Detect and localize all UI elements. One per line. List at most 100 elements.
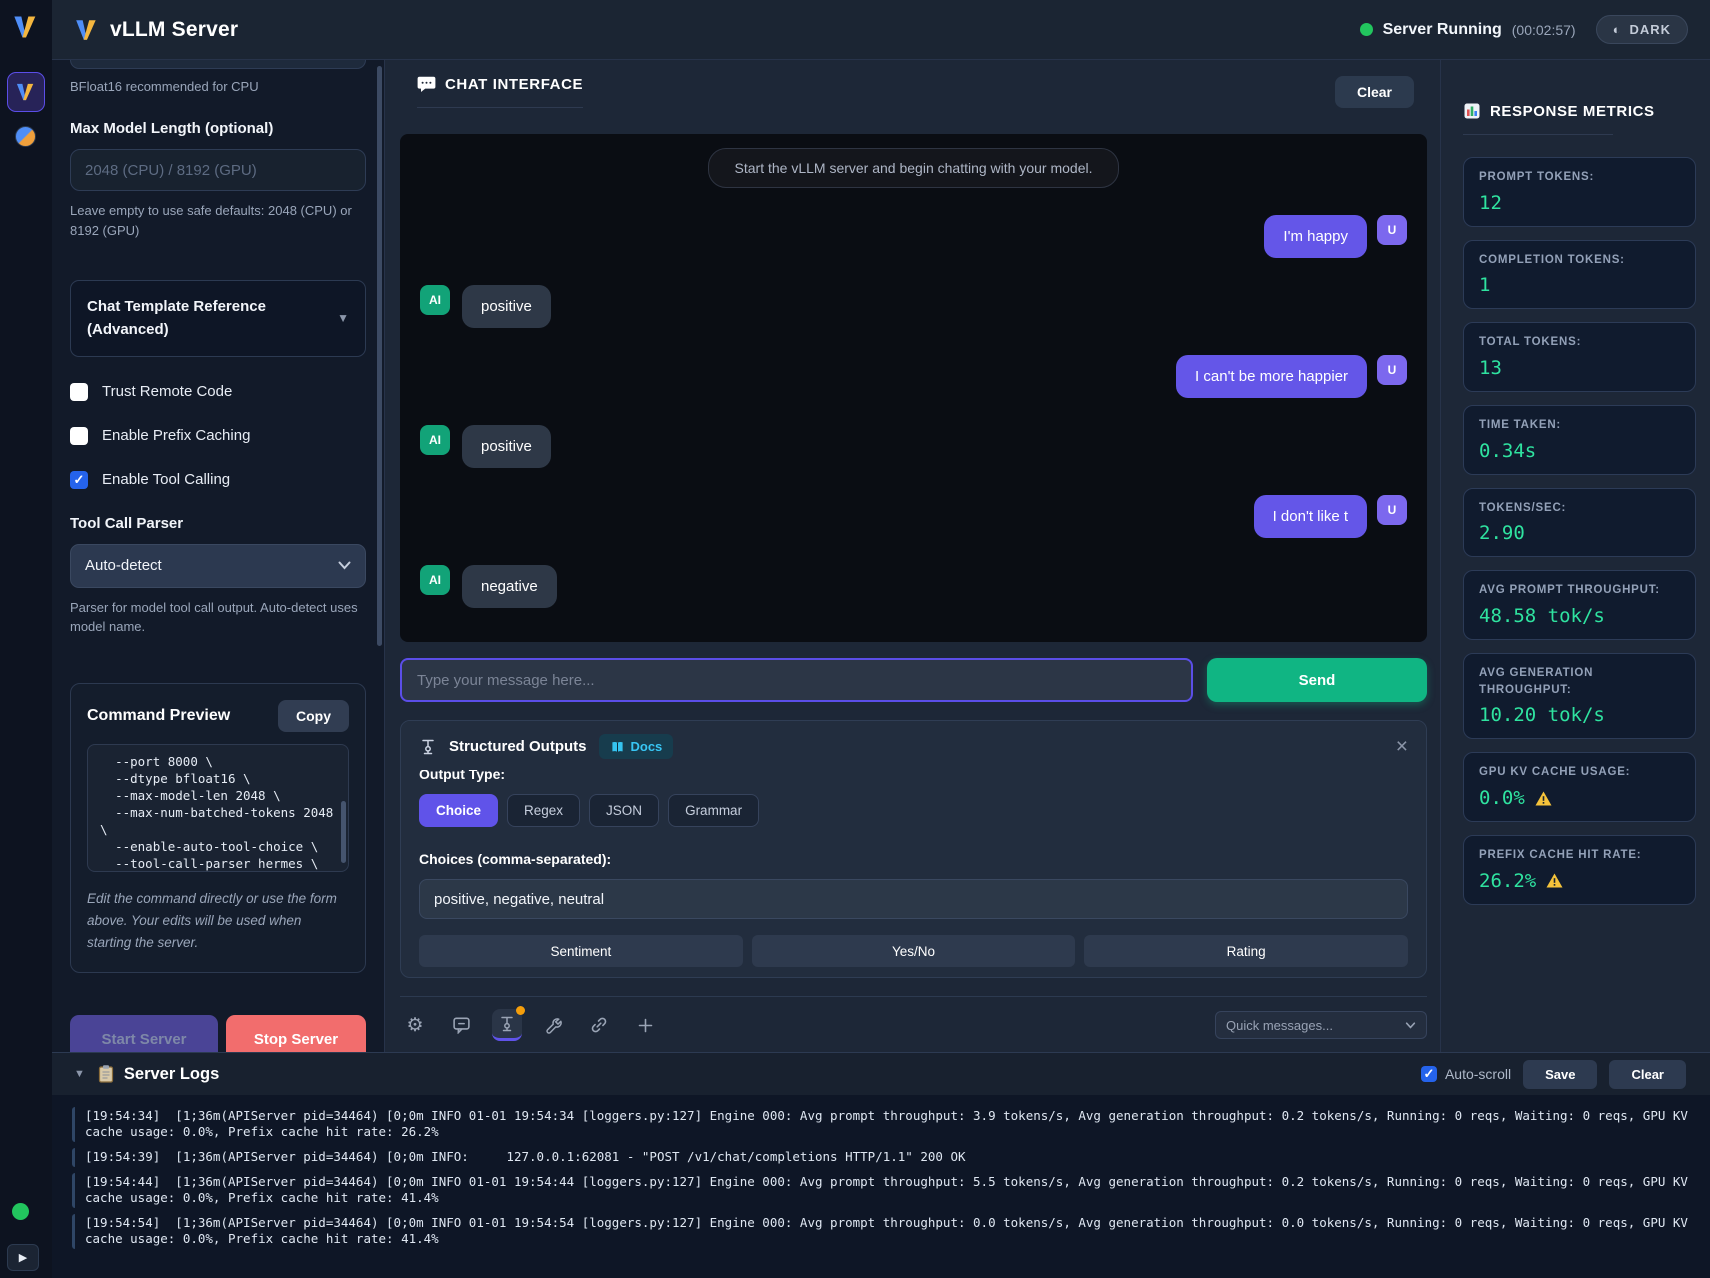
bar-chart-icon bbox=[1463, 102, 1481, 120]
page-title: vLLM Server bbox=[110, 18, 238, 42]
chat-template-reference-toggle[interactable]: Chat Template Reference (Advanced) ▼ bbox=[70, 280, 366, 357]
max-model-length-input[interactable] bbox=[70, 149, 366, 191]
clear-chat-button[interactable]: Clear bbox=[1335, 76, 1414, 108]
theme-toggle-button[interactable]: ◐ DARK bbox=[1596, 15, 1688, 44]
vllm-logo-icon bbox=[74, 18, 100, 42]
quick-messages-select[interactable]: Quick messages... bbox=[1215, 1011, 1427, 1039]
output-type-grammar[interactable]: Grammar bbox=[668, 794, 759, 827]
enable-tool-calling-checkbox[interactable]: ✓ Enable Tool Calling bbox=[70, 471, 366, 489]
chat-toolbar: ⚙ bbox=[400, 996, 1427, 1041]
metric-completion-tokens: COMPLETION TOKENS: 1 bbox=[1463, 240, 1696, 310]
warning-icon bbox=[1534, 790, 1553, 807]
sidebar-item-secondary-app[interactable] bbox=[15, 126, 36, 147]
preset-rating-button[interactable]: Rating bbox=[1084, 935, 1408, 967]
metric-prompt-tokens: PROMPT TOKENS: 12 bbox=[1463, 157, 1696, 227]
app-title-group: vLLM Server bbox=[74, 18, 238, 42]
close-icon[interactable]: × bbox=[1396, 736, 1408, 757]
log-entry: [19:54:54] [1;36m(APIServer pid=34464) [… bbox=[72, 1214, 1694, 1249]
structured-outputs-card: Structured Outputs Docs × Output Type: C… bbox=[400, 720, 1427, 978]
docs-link[interactable]: Docs bbox=[599, 734, 674, 759]
tool-call-parser-label: Tool Call Parser bbox=[70, 515, 366, 532]
vllm-logo-icon bbox=[12, 14, 40, 40]
status-indicator-dot bbox=[12, 1203, 29, 1220]
save-logs-button[interactable]: Save bbox=[1523, 1060, 1597, 1089]
vllm-app-icon bbox=[15, 82, 37, 102]
server-logs-title: Server Logs bbox=[124, 1065, 219, 1084]
structured-outputs-toggle-icon[interactable] bbox=[492, 1009, 522, 1041]
metric-avg-generation-throughput: AVG GENERATION THROUGHPUT: 10.20 tok/s bbox=[1463, 653, 1696, 739]
expand-panel-button[interactable]: ▶ bbox=[7, 1244, 39, 1271]
clear-logs-button[interactable]: Clear bbox=[1609, 1060, 1686, 1089]
chat-panel: CHAT INTERFACE Clear Start the vLLM serv… bbox=[385, 60, 1440, 1052]
enable-prefix-caching-checkbox[interactable]: Enable Prefix Caching bbox=[70, 427, 366, 445]
tools-wrench-icon[interactable] bbox=[538, 1009, 568, 1041]
tool-call-parser-select[interactable]: Auto-detect bbox=[70, 544, 366, 588]
chat-message-input[interactable] bbox=[400, 658, 1193, 702]
chevron-down-icon bbox=[1405, 1022, 1416, 1029]
config-panel: BFloat16 recommended for CPU Max Model L… bbox=[52, 60, 385, 1052]
trust-remote-code-checkbox[interactable]: Trust Remote Code bbox=[70, 383, 366, 401]
metric-total-tokens: TOTAL TOKENS: 13 bbox=[1463, 322, 1696, 392]
ai-avatar: AI bbox=[420, 565, 450, 595]
add-plus-icon[interactable] bbox=[630, 1009, 660, 1041]
command-preview-title: Command Preview bbox=[87, 707, 230, 725]
chat-title-group: CHAT INTERFACE bbox=[417, 76, 583, 108]
notification-dot bbox=[516, 1006, 525, 1015]
chat-message-ai: AI negative bbox=[420, 565, 1407, 608]
command-preview-card: Command Preview Copy --port 8000 \ --dty… bbox=[70, 683, 366, 974]
chat-bubble-icon bbox=[417, 76, 436, 93]
output-type-choice[interactable]: Choice bbox=[419, 794, 498, 827]
log-entry: [19:54:34] [1;36m(APIServer pid=34464) [… bbox=[72, 1107, 1694, 1142]
book-icon bbox=[610, 740, 625, 754]
metric-time-taken: TIME TAKEN: 0.34s bbox=[1463, 405, 1696, 475]
message-bubble: positive bbox=[462, 285, 551, 328]
dtype-select-cutoff[interactable] bbox=[70, 60, 366, 69]
settings-gear-icon[interactable]: ⚙ bbox=[400, 1009, 430, 1041]
server-uptime: (00:02:57) bbox=[1512, 22, 1576, 38]
user-avatar: U bbox=[1377, 495, 1407, 525]
chat-message-list[interactable]: Start the vLLM server and begin chatting… bbox=[400, 134, 1427, 642]
preset-yesno-button[interactable]: Yes/No bbox=[752, 935, 1076, 967]
code-scrollbar[interactable] bbox=[341, 801, 346, 863]
structured-outputs-title: Structured Outputs bbox=[449, 738, 587, 755]
sidebar-item-vllm-app[interactable] bbox=[7, 72, 45, 112]
message-bubble: I'm happy bbox=[1264, 215, 1367, 258]
collapse-caret-icon[interactable]: ▼ bbox=[74, 1068, 85, 1080]
checkbox-unchecked-icon bbox=[70, 427, 88, 445]
message-bubble: positive bbox=[462, 425, 551, 468]
metric-tokens-per-sec: TOKENS/SEC: 2.90 bbox=[1463, 488, 1696, 558]
message-bubble: I can't be more happier bbox=[1176, 355, 1367, 398]
chat-message-user: I'm happy U bbox=[420, 215, 1407, 258]
stop-server-button[interactable]: Stop Server bbox=[226, 1015, 366, 1052]
dtype-note: BFloat16 recommended for CPU bbox=[70, 79, 366, 94]
chat-message-user: I can't be more happier U bbox=[420, 355, 1407, 398]
chevron-down-icon bbox=[338, 561, 351, 570]
checkbox-checked-icon: ✓ bbox=[70, 471, 88, 489]
chevron-down-icon: ▼ bbox=[337, 311, 349, 325]
preset-sentiment-button[interactable]: Sentiment bbox=[419, 935, 743, 967]
tool-call-parser-helper: Parser for model tool call output. Auto-… bbox=[70, 598, 366, 637]
log-entry: [19:54:44] [1;36m(APIServer pid=34464) [… bbox=[72, 1173, 1694, 1208]
start-server-button[interactable]: Start Server bbox=[70, 1015, 218, 1052]
autoscroll-checkbox[interactable]: ✓ Auto-scroll bbox=[1421, 1066, 1511, 1082]
choices-input[interactable] bbox=[419, 879, 1408, 919]
server-status-dot bbox=[1360, 23, 1373, 36]
ai-avatar: AI bbox=[420, 285, 450, 315]
log-list[interactable]: [19:54:34] [1;36m(APIServer pid=34464) [… bbox=[52, 1095, 1710, 1249]
output-type-regex[interactable]: Regex bbox=[507, 794, 580, 827]
chat-notice: Start the vLLM server and begin chatting… bbox=[708, 148, 1120, 188]
link-icon[interactable] bbox=[584, 1009, 614, 1041]
command-preview-code[interactable]: --port 8000 \ --dtype bfloat16 \ --max-m… bbox=[87, 744, 349, 872]
left-icon-rail: ▶ bbox=[0, 0, 52, 1278]
config-scrollbar[interactable] bbox=[377, 66, 382, 646]
checkbox-checked-icon: ✓ bbox=[1421, 1066, 1437, 1082]
user-avatar: U bbox=[1377, 215, 1407, 245]
copy-command-button[interactable]: Copy bbox=[278, 700, 349, 732]
ai-avatar: AI bbox=[420, 425, 450, 455]
output-type-json[interactable]: JSON bbox=[589, 794, 659, 827]
send-button[interactable]: Send bbox=[1207, 658, 1427, 702]
system-prompt-icon[interactable] bbox=[446, 1009, 476, 1041]
response-metrics-panel: RESPONSE METRICS PROMPT TOKENS: 12 COMPL… bbox=[1440, 60, 1710, 1052]
message-bubble: negative bbox=[462, 565, 557, 608]
command-preview-helper: Edit the command directly or use the for… bbox=[87, 888, 349, 955]
